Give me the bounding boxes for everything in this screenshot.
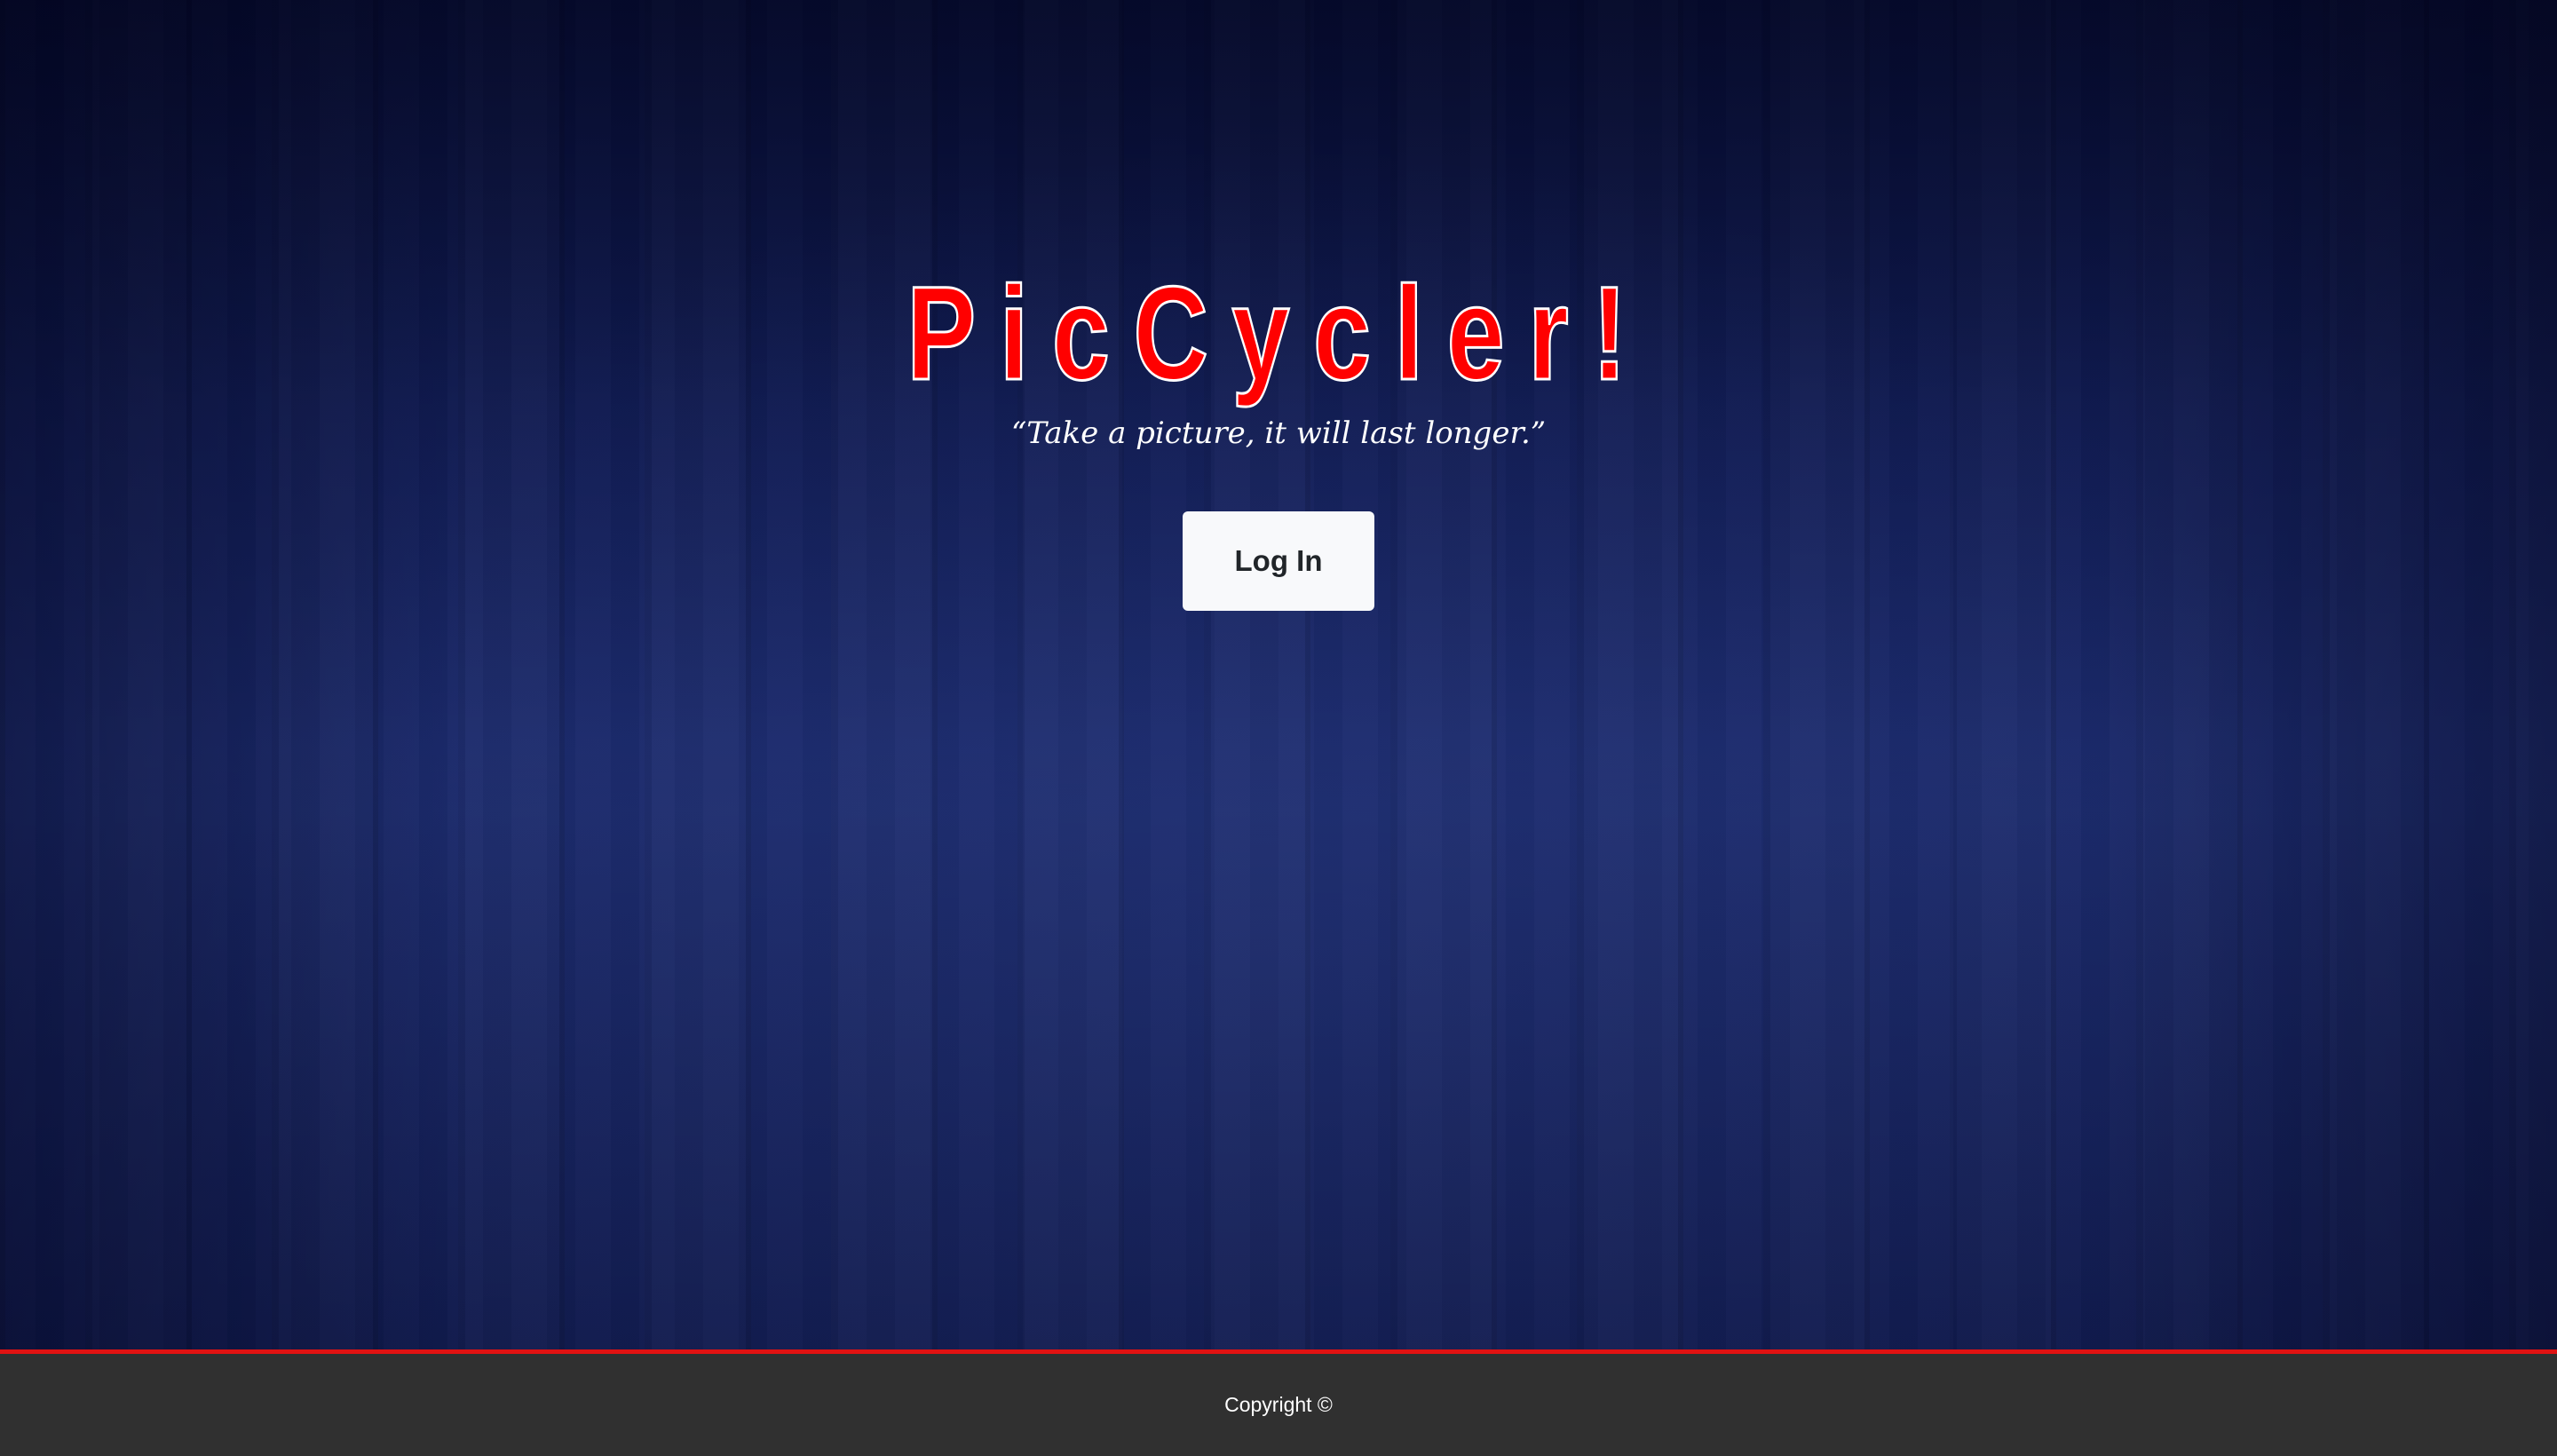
- copyright-text: Copyright ©: [1224, 1393, 1333, 1416]
- footer: Copyright ©: [0, 1349, 2557, 1456]
- tagline: “Take a picture, it will last longer.”: [1010, 415, 1547, 451]
- app-title: PicCycler!: [906, 258, 1651, 408]
- login-button[interactable]: Log In: [1183, 511, 1374, 611]
- hero-background: PicCycler! “Take a picture, it will last…: [0, 0, 2557, 1349]
